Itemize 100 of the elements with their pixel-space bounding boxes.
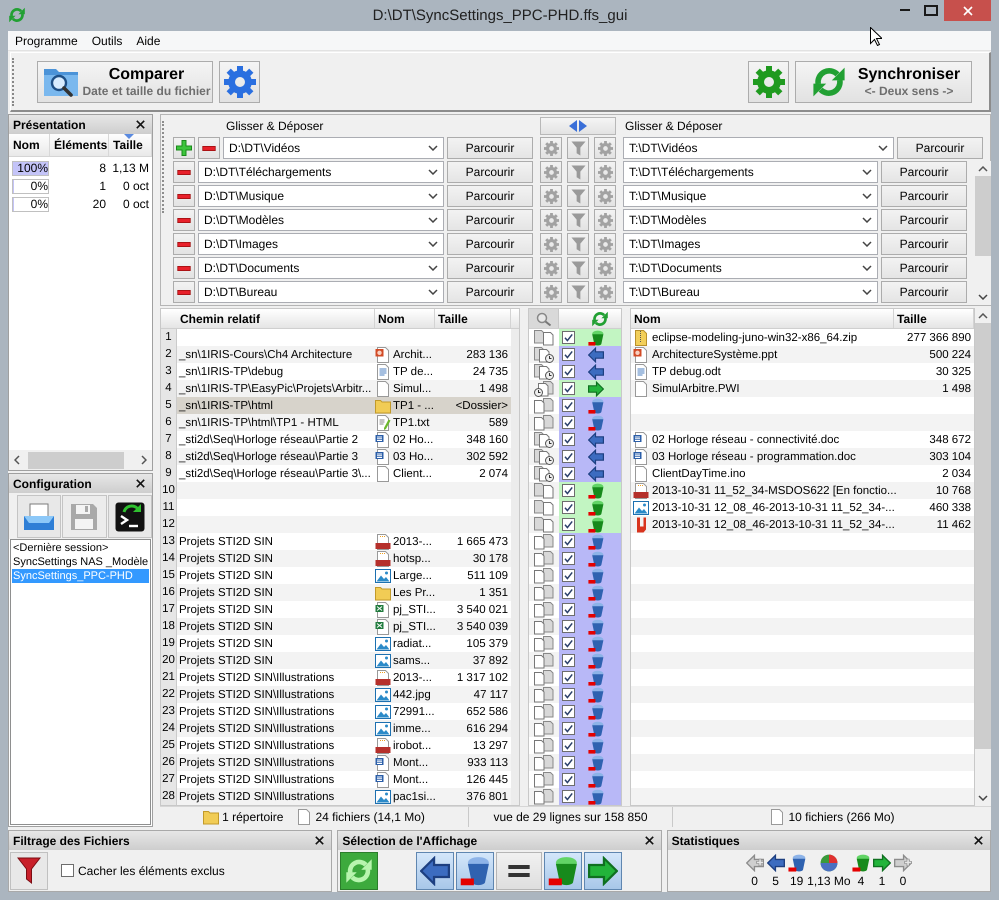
batch-config-button[interactable] <box>108 495 152 538</box>
close-button[interactable] <box>135 478 146 489</box>
bin-icon[interactable] <box>588 772 604 788</box>
checkbox[interactable] <box>562 416 575 429</box>
bin-icon[interactable] <box>588 754 604 770</box>
left-arrow-icon[interactable] <box>588 364 604 380</box>
checkbox[interactable] <box>562 382 575 395</box>
filter-button[interactable] <box>10 852 48 890</box>
sync-settings-button[interactable] <box>748 60 789 102</box>
checkbox[interactable] <box>562 535 575 548</box>
table-row[interactable]: SimulArbitre.PWI 1 498 <box>631 380 974 397</box>
folder-path-combobox[interactable]: T:\DT\Modèles <box>623 209 878 231</box>
menu-item[interactable]: Outils <box>84 31 130 50</box>
browse-button[interactable]: Parcourir <box>447 233 533 255</box>
column-header[interactable]: Chemin relatif <box>177 309 375 328</box>
scrollbar-thumb[interactable] <box>975 176 991 256</box>
table-row[interactable] <box>529 516 621 533</box>
browse-button[interactable]: Parcourir <box>447 161 533 183</box>
table-row[interactable]: 16 Projets STI2D SIN Les Pr... 1 351 <box>161 584 511 601</box>
close-button[interactable] <box>644 835 655 846</box>
table-row[interactable]: 28 Projets STI2D SIN\Illustrations pac1si... 376 801 <box>161 788 511 805</box>
view-toggle-button[interactable] <box>544 852 582 890</box>
browse-button[interactable]: Parcourir <box>881 185 967 207</box>
bin-icon[interactable] <box>588 670 604 686</box>
right-arrow-icon[interactable] <box>588 380 604 396</box>
bin-icon[interactable] <box>588 516 604 532</box>
list-item[interactable]: SyncSettings NAS _Modèle <box>12 555 149 569</box>
compare-settings-button[interactable] <box>219 60 260 102</box>
folder-path-combobox[interactable]: D:\DT\Vidéos <box>223 137 444 159</box>
checkbox[interactable] <box>562 654 575 667</box>
vertical-scrollbar[interactable] <box>975 161 991 305</box>
table-row[interactable]: 14 Projets STI2D SIN hotsp... 30 178 <box>161 550 511 567</box>
synchronize-button[interactable]: Synchroniser <- Deux sens -> <box>795 60 972 102</box>
add-folder-pair-button[interactable] <box>173 137 195 159</box>
checkbox[interactable] <box>562 467 575 480</box>
bin-icon[interactable] <box>588 686 604 702</box>
table-row[interactable]: 21 Projets STI2D SIN\Illustrations 2013-... 1 317 102 <box>161 669 511 686</box>
table-row[interactable]: 11 <box>161 499 511 516</box>
browse-button[interactable]: Parcourir <box>447 137 533 159</box>
view-toggle-button[interactable] <box>340 852 378 890</box>
folder-path-combobox[interactable]: D:\DT\Musique <box>198 185 444 207</box>
checkbox[interactable] <box>562 688 575 701</box>
folder-path-combobox[interactable]: T:\DT\Vidéos <box>623 137 894 159</box>
table-row[interactable]: 6 _sn\1IRIS-TP\html\TP1 - HTML TP1.txt 589 <box>161 414 511 431</box>
remove-folder-pair-button[interactable] <box>173 257 195 279</box>
table-row[interactable] <box>529 720 621 737</box>
browse-button[interactable]: Parcourir <box>447 281 533 303</box>
table-row[interactable] <box>529 482 621 499</box>
menu-item[interactable]: Programme <box>8 31 85 50</box>
left-arrow-icon[interactable] <box>588 432 604 448</box>
table-row[interactable]: 2 _sn\1IRIS-Cours\Ch4 Architecture Archit... 283 136 <box>161 346 511 363</box>
folder-path-combobox[interactable]: T:\DT\Musique <box>623 185 878 207</box>
bin-icon[interactable] <box>588 704 604 720</box>
table-row[interactable]: 2013-10-31 12_08_46-2013-10-31 11_52_34-... 11 462 <box>631 516 974 533</box>
browse-button[interactable]: Parcourir <box>447 257 533 279</box>
checkbox[interactable] <box>562 399 575 412</box>
checkbox[interactable] <box>562 705 575 718</box>
table-row[interactable] <box>529 380 621 397</box>
checkbox[interactable] <box>562 603 575 616</box>
bin-icon[interactable] <box>588 500 604 516</box>
table-row[interactable]: 8 _sti2d\Seq\Horloge réseau\Partie 3 03 Ho... 302 592 <box>161 448 511 465</box>
table-row[interactable]: 03 Horloge réseau - programmation.doc 303 104 <box>631 448 974 465</box>
table-row[interactable] <box>529 414 621 431</box>
bin-icon[interactable] <box>588 636 604 652</box>
toolbar-gripper[interactable] <box>12 58 15 106</box>
table-row[interactable]: 2013-10-31 11_52_34-MSDOS622 [En fonctio... 10 768 <box>631 482 974 499</box>
remove-folder-pair-button[interactable] <box>173 281 195 303</box>
browse-button[interactable]: Parcourir <box>881 233 967 255</box>
checkbox[interactable] <box>562 365 575 378</box>
close-button[interactable] <box>135 119 146 130</box>
compare-button[interactable]: Comparer Date et taille du fichier <box>37 60 213 102</box>
checkbox[interactable] <box>562 773 575 786</box>
table-row[interactable]: 12 <box>161 516 511 533</box>
folder-path-combobox[interactable]: D:\DT\Téléchargements <box>198 161 444 183</box>
bin-icon[interactable] <box>588 482 604 498</box>
view-toggle-button[interactable] <box>584 852 622 890</box>
bin-icon[interactable] <box>588 738 604 754</box>
table-row[interactable] <box>529 788 621 805</box>
left-arrow-icon[interactable] <box>588 466 604 482</box>
table-row[interactable]: 26 Projets STI2D SIN\Illustrations Mont... 933 113 <box>161 754 511 771</box>
bin-icon[interactable] <box>588 618 604 634</box>
remove-folder-pair-button[interactable] <box>173 233 195 255</box>
checkbox[interactable] <box>61 864 74 877</box>
folder-path-combobox[interactable]: T:\DT\Bureau <box>623 281 878 303</box>
table-row[interactable] <box>529 652 621 669</box>
bin-icon[interactable] <box>588 788 604 804</box>
browse-button[interactable]: Parcourir <box>881 257 967 279</box>
column-header[interactable]: Taille <box>109 134 152 156</box>
bin-icon[interactable] <box>588 720 604 736</box>
table-row[interactable] <box>529 448 621 465</box>
remove-folder-pair-button[interactable] <box>173 209 195 231</box>
table-row[interactable]: 23 Projets STI2D SIN\Illustrations 72991... 652 586 <box>161 703 511 720</box>
view-toggle-button[interactable] <box>416 852 454 890</box>
browse-button[interactable]: Parcourir <box>897 137 983 159</box>
bin-icon[interactable] <box>588 414 604 430</box>
scrollbar-thumb[interactable] <box>28 452 124 468</box>
checkbox[interactable] <box>562 722 575 735</box>
table-row[interactable]: 22 Projets STI2D SIN\Illustrations 442.jpg 47 117 <box>161 686 511 703</box>
folder-path-combobox[interactable]: D:\DT\Bureau <box>198 281 444 303</box>
remove-folder-pair-button[interactable] <box>198 137 220 159</box>
